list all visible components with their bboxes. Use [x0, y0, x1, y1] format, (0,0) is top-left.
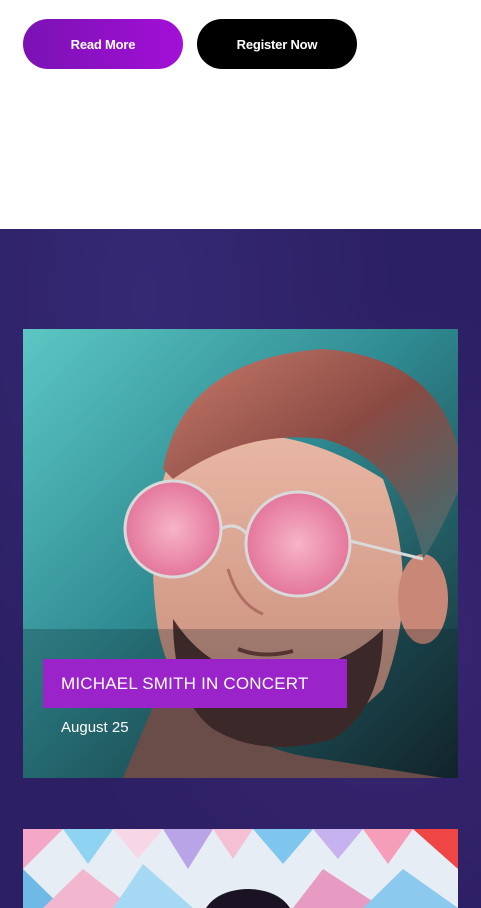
register-now-button[interactable]: Register Now	[197, 19, 357, 69]
read-more-button[interactable]: Read More	[23, 19, 183, 69]
event-photo	[23, 829, 458, 908]
hero-actions-area: Read More Register Now	[0, 0, 481, 229]
events-section: MICHAEL SMITH IN CONCERT August 25	[0, 229, 481, 908]
event-photo	[23, 329, 458, 778]
event-title-banner[interactable]: MICHAEL SMITH IN CONCERT	[43, 659, 347, 708]
event-title: MICHAEL SMITH IN CONCERT	[61, 673, 309, 693]
event-card[interactable]	[23, 829, 458, 908]
event-date: August 25	[61, 719, 129, 736]
event-card[interactable]: MICHAEL SMITH IN CONCERT August 25	[23, 329, 458, 778]
